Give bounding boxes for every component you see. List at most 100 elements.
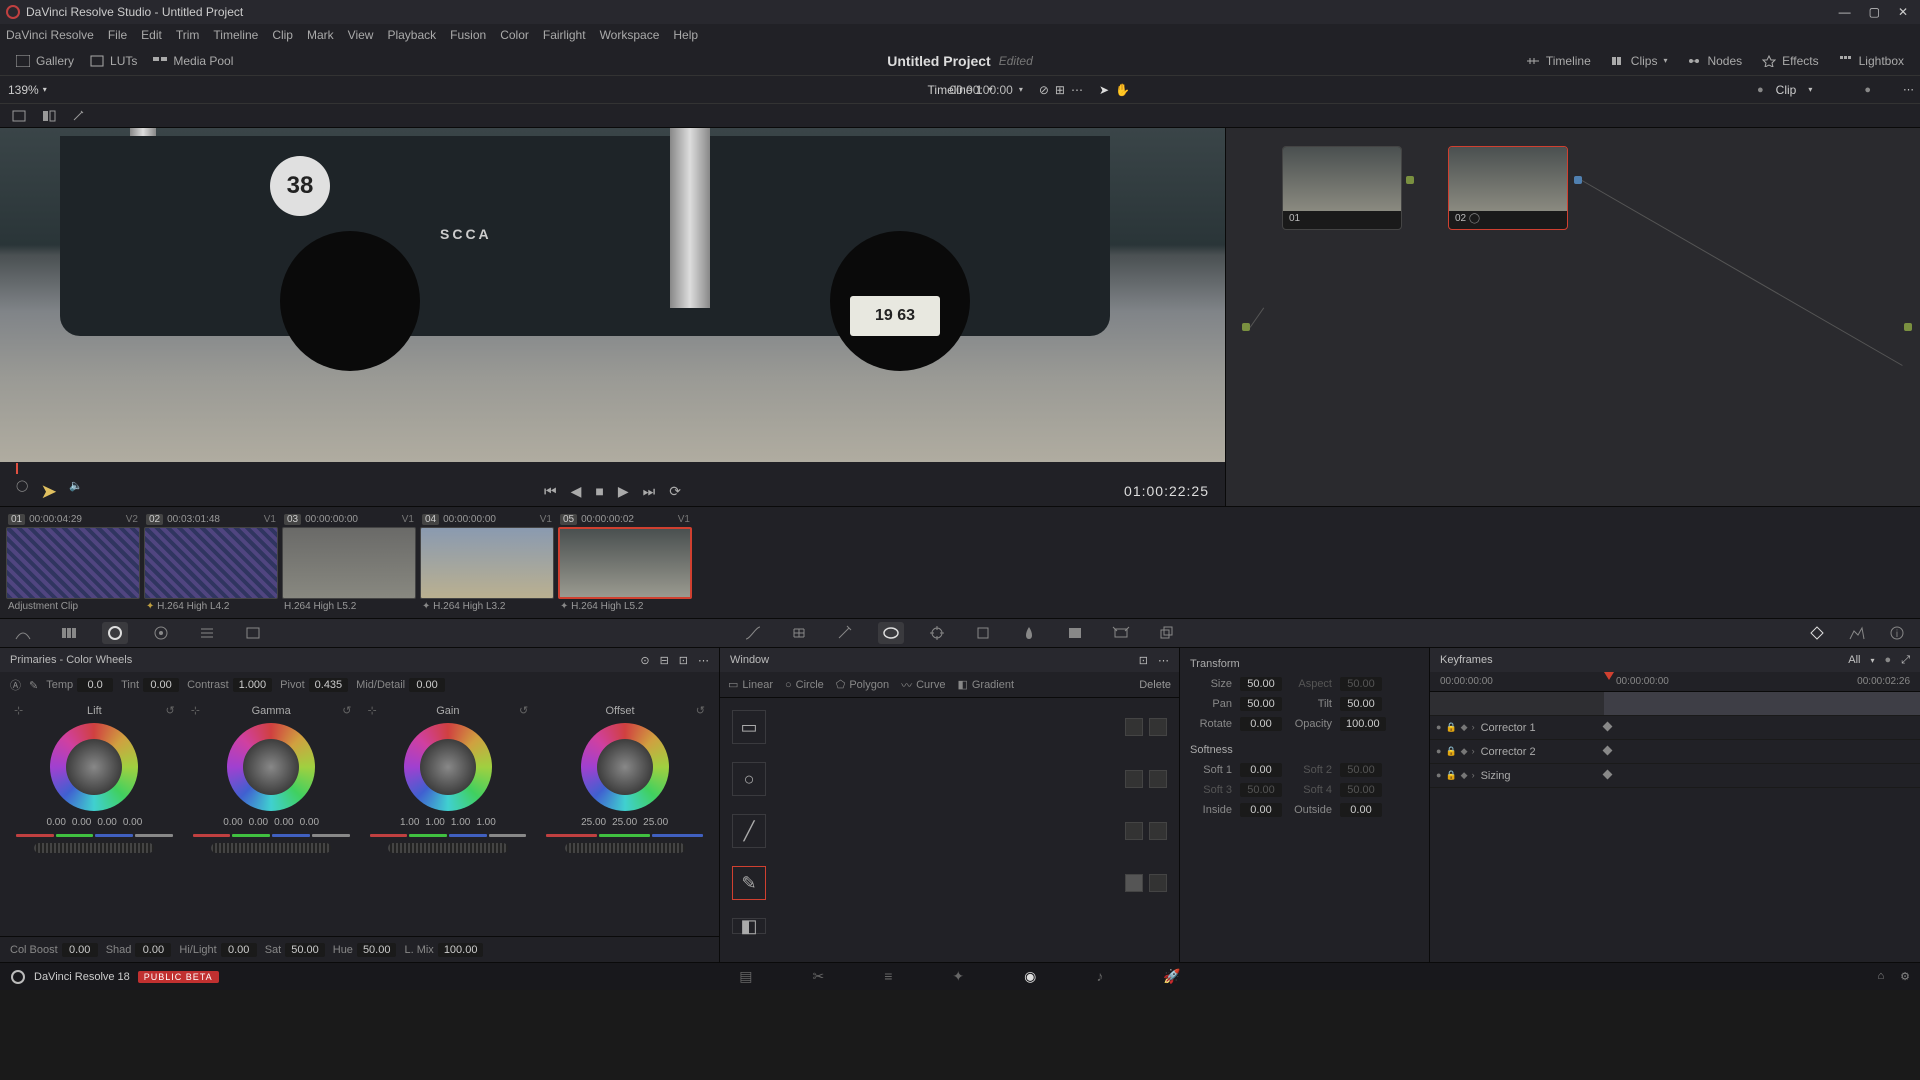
minimize-button[interactable]: — [1839,5,1851,19]
menu-edit[interactable]: Edit [141,28,162,42]
log-mode-icon[interactable]: ⊡ [679,654,688,667]
menu-clip[interactable]: Clip [272,28,293,42]
window-options-icon[interactable]: ⋯ [1158,654,1169,667]
menu-workspace[interactable]: Workspace [600,28,660,42]
temp-value[interactable]: 0.0 [77,678,113,692]
gain-wheel[interactable] [404,723,492,811]
clips-button[interactable]: Clips▾ [1603,50,1676,72]
wheels-mode-icon[interactable]: ⊙ [640,654,649,667]
clip-03[interactable]: 0300:00:00:00V1 H.264 High L5.2 [282,511,416,614]
hue-value[interactable]: 50.00 [357,943,397,957]
offset-wheel[interactable] [581,723,669,811]
lightbox-button[interactable]: Lightbox [1831,50,1912,72]
menu-timeline[interactable]: Timeline [213,28,258,42]
window-preset-icon[interactable]: ⊡ [1139,654,1148,667]
menu-view[interactable]: View [348,28,374,42]
size-value[interactable]: 50.00 [1240,677,1282,691]
menu-playback[interactable]: Playback [387,28,436,42]
hilight-value[interactable]: 0.00 [221,943,257,957]
panel-options-icon[interactable]: ⋯ [698,654,709,667]
gain-reset-icon[interactable]: ↺ [519,704,528,717]
zoom-dropdown[interactable]: 139%▾ [8,83,47,97]
shape-pen-sw1[interactable] [1125,874,1143,892]
keyframes-all-label[interactable]: All [1848,654,1860,666]
window-delete-button[interactable]: Delete [1139,679,1171,691]
node-01[interactable]: 01 [1282,146,1402,230]
tool-blur-icon[interactable] [1016,622,1042,644]
shape-rect-sw1[interactable] [1125,718,1143,736]
tool-scopes-icon[interactable] [1844,622,1870,644]
page-media-icon[interactable]: ▤ [739,968,752,985]
gain-jog[interactable] [388,843,508,853]
step-back-button[interactable]: ◀ [571,483,582,500]
unmix-icon[interactable]: ◯ [16,479,28,504]
tool-curve-icon[interactable] [740,622,766,644]
tool-sliders-icon[interactable] [194,622,220,644]
opacity-value[interactable]: 100.00 [1340,717,1386,731]
tilt-value[interactable]: 50.00 [1340,697,1382,711]
image-wipe-icon[interactable] [8,107,30,125]
grid-icon[interactable]: ⊞ [1055,83,1065,97]
stop-button[interactable]: ■ [595,483,603,500]
tool-3d-icon[interactable] [1154,622,1180,644]
gamma-reset-icon[interactable]: ↺ [342,704,351,717]
prev-clip-button[interactable]: ⏮ [544,483,557,500]
menu-mark[interactable]: Mark [307,28,334,42]
options-icon[interactable]: ⋯ [1071,83,1083,97]
mediapool-button[interactable]: Media Pool [145,50,241,72]
gain-picker-icon[interactable]: ⊹ [368,704,377,717]
window-circle-tab[interactable]: ○Circle [785,679,824,691]
lift-wheel[interactable] [50,723,138,811]
shape-circle-sw1[interactable] [1125,770,1143,788]
kf-corrector1-track[interactable]: ●🔒◆›Corrector 1 [1430,716,1920,740]
shape-pen-sw2[interactable] [1149,874,1167,892]
menu-help[interactable]: Help [673,28,698,42]
node-02[interactable]: 02 ◯ [1448,146,1568,230]
gallery-button[interactable]: Gallery [8,50,82,72]
keyframes-expand-icon[interactable]: ⤢ [1901,654,1910,667]
menu-color[interactable]: Color [500,28,529,42]
maximize-button[interactable]: ▢ [1869,5,1880,19]
loop-button[interactable]: ⟳ [669,483,681,500]
window-gradient-tab[interactable]: ◧Gradient [957,678,1014,691]
gamma-wheel[interactable] [227,723,315,811]
shape-circle-sw2[interactable] [1149,770,1167,788]
node-graph[interactable]: 01 02 ◯ [1225,128,1920,506]
lift-jog[interactable] [34,843,154,853]
shad-value[interactable]: 0.00 [135,943,171,957]
page-cut-icon[interactable]: ✂ [812,968,824,985]
gamma-picker-icon[interactable]: ⊹ [191,704,200,717]
menu-fusion[interactable]: Fusion [450,28,486,42]
tool-log-icon[interactable] [240,622,266,644]
tool-window-icon[interactable] [878,622,904,644]
tool-wheels-icon[interactable] [102,622,128,644]
bars-mode-icon[interactable]: ⊟ [660,654,669,667]
tool-hdr-icon[interactable] [148,622,174,644]
viewer-scrubber[interactable] [0,462,1225,476]
pointer-icon[interactable]: ➤ [1099,83,1109,97]
page-color-icon[interactable]: ◉ [1024,968,1036,985]
pick-white-icon[interactable]: ✎ [29,679,38,692]
page-edit-icon[interactable]: ≡ [884,968,892,985]
menu-fairlight[interactable]: Fairlight [543,28,586,42]
shape-line-sw1[interactable] [1125,822,1143,840]
clip-05[interactable]: 0500:00:00:02V1 ✦ H.264 High L5.2 [558,511,692,614]
tool-rgb-icon[interactable] [56,622,82,644]
magic-wand-icon[interactable] [68,107,90,125]
window-polygon-tab[interactable]: ⬠Polygon [836,678,889,691]
lift-picker-icon[interactable]: ⊹ [14,704,23,717]
tool-magic-icon[interactable] [970,622,996,644]
kf-corrector2-track[interactable]: ●🔒◆›Corrector 2 [1430,740,1920,764]
lift-reset-icon[interactable]: ↺ [166,704,175,717]
mute-icon[interactable]: 🔈 [69,479,83,504]
page-deliver-icon[interactable]: 🚀 [1163,968,1180,985]
tool-keyframes-icon[interactable] [1804,622,1830,644]
tool-tracker-icon[interactable] [924,622,950,644]
window-curve-tab[interactable]: 〰Curve [901,677,945,693]
kf-master-track[interactable]: Master [1430,692,1920,716]
project-settings-icon[interactable]: ⚙ [1900,970,1910,983]
shape-rect-button[interactable]: ▭ [732,710,766,744]
shape-line-sw2[interactable] [1149,822,1167,840]
tool-info-icon[interactable]: i [1884,622,1910,644]
soft1-value[interactable]: 0.00 [1240,763,1282,777]
